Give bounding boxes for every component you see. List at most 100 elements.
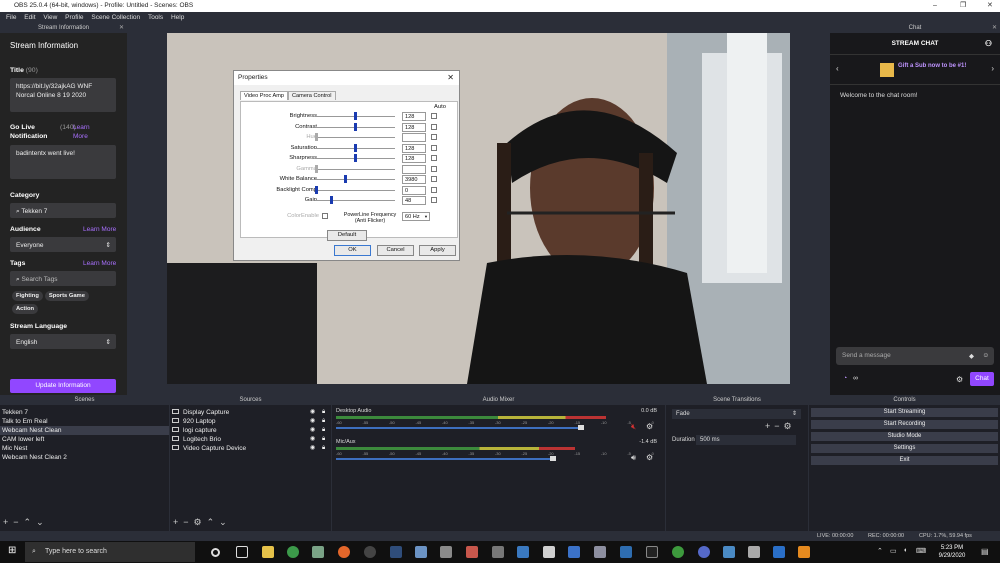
category-input[interactable]: ⌕ Tekken 7 [10, 203, 116, 218]
chevron-up-icon[interactable]: ⌃ [207, 517, 220, 527]
minimize-icon[interactable]: – [933, 0, 937, 12]
tag-chip[interactable]: Fighting [12, 291, 43, 301]
app-icon[interactable] [415, 546, 427, 558]
network-icon[interactable]: ▭ [890, 547, 897, 555]
volume-slider-fill[interactable] [336, 458, 550, 460]
scene-item[interactable]: Webcam Nest Clean 2 [0, 453, 169, 462]
property-slider-thumb[interactable] [343, 175, 347, 183]
lock-icon[interactable]: 🔒︎ [322, 435, 325, 444]
volume-slider-knob[interactable] [578, 425, 585, 430]
color-enable-checkbox[interactable] [322, 213, 328, 219]
tab-camera-control[interactable]: Camera Control [288, 91, 336, 100]
file-explorer-icon[interactable] [262, 546, 274, 558]
source-item[interactable]: Video Capture Device ◉ 🔒︎ [170, 444, 331, 453]
property-value-input[interactable] [402, 133, 426, 142]
channel-points-icon[interactable]: ◔ [843, 375, 847, 382]
tag-chip[interactable]: Action [12, 304, 39, 314]
property-slider-track[interactable] [315, 179, 395, 180]
auto-checkbox[interactable] [431, 155, 437, 161]
cancel-button[interactable]: Cancel [377, 245, 414, 256]
gear-icon[interactable]: ⚙ [784, 421, 796, 431]
menu-file[interactable]: File [6, 14, 16, 21]
language-select[interactable]: English ⇕ [10, 334, 116, 349]
menu-profile[interactable]: Profile [65, 14, 83, 21]
chevron-up-icon[interactable]: ⌃ [24, 517, 37, 527]
property-value-input[interactable]: 48 [402, 196, 426, 205]
auto-checkbox[interactable] [431, 165, 437, 172]
property-slider-track[interactable] [315, 137, 395, 138]
property-slider-thumb[interactable] [315, 164, 318, 173]
clock[interactable]: 5:23 PM 9/29/2020 [932, 544, 972, 560]
vlc-icon[interactable] [798, 546, 810, 558]
menu-help[interactable]: Help [171, 14, 184, 21]
taskbar-search[interactable]: ⌕ Type here to search [25, 542, 195, 562]
chevron-down-icon[interactable]: ⌄ [36, 517, 49, 527]
tags-search-input[interactable]: ⌕ Search Tags [10, 271, 116, 286]
transition-select[interactable]: Fade ⇕ [672, 409, 801, 419]
lock-icon[interactable]: 🔒︎ [322, 408, 325, 417]
menu-tools[interactable]: Tools [148, 14, 163, 21]
tag-chip[interactable]: Sports Game [44, 291, 89, 301]
volume-icon[interactable]: ◖ [903, 547, 907, 554]
users-icon[interactable]: ⚇ [985, 33, 992, 55]
menu-edit[interactable]: Edit [24, 14, 35, 21]
source-item[interactable]: logi capture ◉ 🔒︎ [170, 426, 331, 435]
scene-item[interactable]: Tekken 7 [0, 408, 169, 417]
auto-checkbox[interactable] [431, 113, 437, 119]
auto-checkbox[interactable] [431, 123, 437, 130]
menu-scene-collection[interactable]: Scene Collection [91, 14, 140, 21]
powerline-select[interactable]: 60 Hz ▼ [402, 212, 430, 221]
auto-checkbox[interactable] [431, 186, 437, 193]
exit-button[interactable]: Exit [811, 456, 998, 465]
title-input[interactable]: https://bit.ly/32ajkAG WNF Norcal Online… [10, 78, 116, 112]
scene-item[interactable]: Mic Nest [0, 444, 169, 453]
audience-learn-more-link[interactable]: Learn More [83, 226, 116, 233]
maximize-icon[interactable]: ❐ [960, 0, 966, 12]
app-icon[interactable] [594, 546, 606, 558]
windows-start-icon[interactable]: ⊞ [8, 545, 16, 556]
app-icon[interactable] [466, 546, 478, 558]
property-slider-thumb[interactable] [354, 122, 357, 131]
property-slider-thumb[interactable] [354, 112, 357, 120]
gear-icon[interactable]: ⚙ [956, 375, 963, 384]
menu-view[interactable]: View [43, 14, 57, 21]
volume-slider-knob[interactable] [549, 456, 556, 461]
task-view-icon[interactable] [236, 546, 248, 558]
property-value-input[interactable]: 128 [402, 112, 426, 121]
xbox-icon[interactable] [672, 546, 684, 558]
auto-checkbox[interactable] [431, 144, 437, 151]
chrome-icon[interactable] [287, 546, 299, 558]
app-icon[interactable] [748, 546, 760, 558]
property-value-input[interactable]: 3980 [402, 175, 426, 184]
remove-icon[interactable]: − [183, 517, 193, 527]
scene-item[interactable]: Webcam Nest Clean [0, 426, 169, 435]
app-icon[interactable] [620, 546, 632, 558]
notification-input[interactable]: badintentx went live! [10, 145, 116, 179]
app-icon[interactable] [698, 546, 710, 558]
property-value-input[interactable]: 0 [402, 185, 426, 195]
visibility-icon[interactable]: ◉ [310, 417, 315, 426]
gift-text[interactable]: Gift a Sub now to be #1! [898, 62, 968, 70]
volume-slider-fill[interactable] [336, 427, 579, 429]
update-information-button[interactable]: Update Information [10, 379, 116, 393]
property-slider-thumb[interactable] [329, 196, 333, 204]
source-item[interactable]: Display Capture ◉ 🔒︎ [170, 408, 331, 417]
visibility-icon[interactable]: ◉ [310, 408, 315, 417]
property-slider-track[interactable] [315, 168, 395, 170]
camera-icon[interactable] [723, 546, 735, 558]
steam-icon[interactable] [390, 546, 402, 558]
scene-item[interactable]: Talk to Em Real [0, 417, 169, 426]
close-icon[interactable]: ✕ [992, 23, 997, 33]
default-button[interactable]: Default [327, 230, 367, 241]
bits-icon[interactable]: ◆ [969, 352, 974, 360]
audience-select[interactable]: Everyone ⇕ [10, 237, 116, 252]
close-icon[interactable]: ✕ [119, 23, 124, 33]
property-value-input[interactable] [402, 164, 426, 174]
auto-checkbox[interactable] [431, 176, 437, 182]
gear-icon[interactable]: ⚙ [194, 517, 207, 527]
tray-chevron-up-icon[interactable]: ⌃ [877, 547, 883, 555]
language-icon[interactable]: ⌨ [916, 547, 926, 555]
chevron-down-icon[interactable]: ⌄ [219, 517, 232, 527]
source-item[interactable]: 920 Laptop ◉ 🔒︎ [170, 417, 331, 426]
tags-learn-more-link[interactable]: Learn More [83, 260, 116, 267]
